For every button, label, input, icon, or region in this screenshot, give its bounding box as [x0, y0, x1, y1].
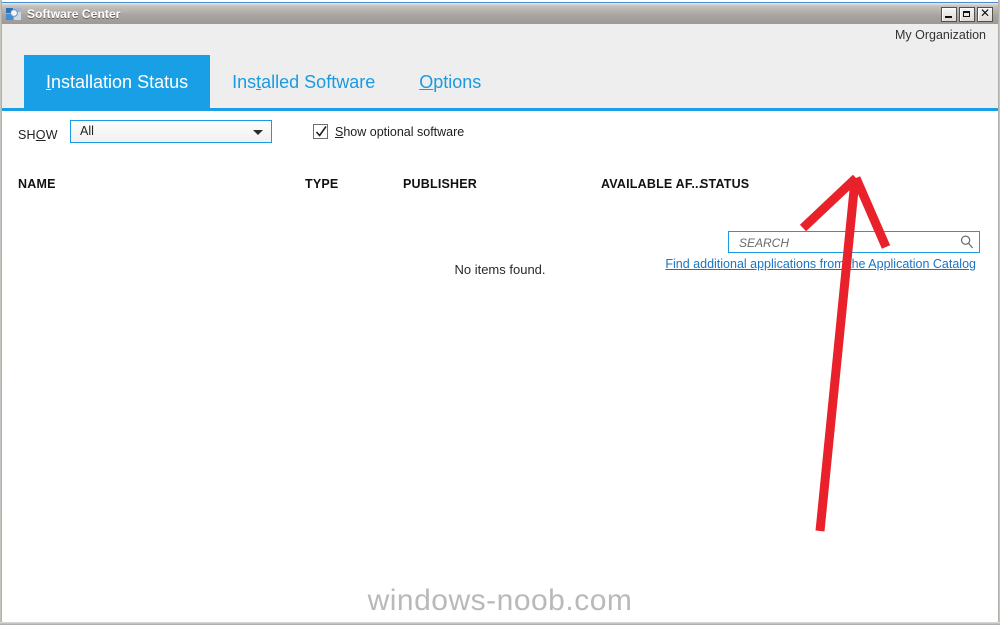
column-header-status[interactable]: STATUS: [700, 177, 749, 191]
minimize-button[interactable]: [941, 7, 957, 22]
tab-installed-software-label: Installed Software: [232, 72, 376, 92]
column-header-publisher[interactable]: PUBLISHER: [403, 177, 477, 191]
close-button[interactable]: ✕: [977, 6, 993, 22]
tab-installation-status[interactable]: Installation Status: [24, 55, 211, 110]
maximize-button[interactable]: [959, 7, 975, 22]
chevron-down-icon: [253, 130, 263, 135]
show-label: SHOW: [18, 128, 58, 142]
caption-buttons: ✕: [941, 6, 993, 22]
organization-label: My Organization: [894, 28, 986, 42]
title-bar[interactable]: Software Center ✕: [2, 2, 998, 24]
client-area: My Organization Installation Status Inst…: [2, 24, 998, 622]
search-icon[interactable]: [959, 234, 975, 250]
close-icon: ✕: [979, 6, 991, 20]
software-center-window: Software Center ✕ My Organization Instal…: [0, 0, 1000, 625]
window-title: Software Center: [27, 6, 121, 21]
tab-options-label: Options: [419, 72, 482, 92]
toolbar: SHOW All Show optional software SEARCH F…: [2, 111, 998, 271]
show-optional-software-label: Show optional software: [335, 124, 465, 139]
tab-options[interactable]: Options: [397, 55, 503, 110]
show-filter-value: All: [80, 124, 94, 138]
search-box[interactable]: [728, 231, 980, 254]
check-icon: [315, 126, 327, 137]
table-column-headers: NAME TYPE PUBLISHER AVAILABLE AF... STAT…: [2, 172, 998, 198]
tab-strip: Installation Status Installed Software O…: [24, 55, 503, 110]
show-filter-dropdown[interactable]: All: [70, 120, 272, 143]
column-header-type[interactable]: TYPE: [305, 177, 338, 191]
search-input[interactable]: [737, 232, 951, 254]
watermark: windows-noob.com: [367, 584, 633, 617]
software-center-icon: [6, 6, 22, 22]
column-header-available-after[interactable]: AVAILABLE AF...: [601, 177, 702, 191]
column-header-name[interactable]: NAME: [18, 177, 56, 191]
show-optional-software-checkbox[interactable]: Show optional software: [313, 124, 464, 139]
tab-installed-software[interactable]: Installed Software: [210, 55, 397, 110]
checkbox-box[interactable]: [313, 124, 328, 139]
tab-installation-status-label: Installation Status: [46, 72, 189, 92]
empty-state-message: No items found.: [454, 262, 546, 277]
